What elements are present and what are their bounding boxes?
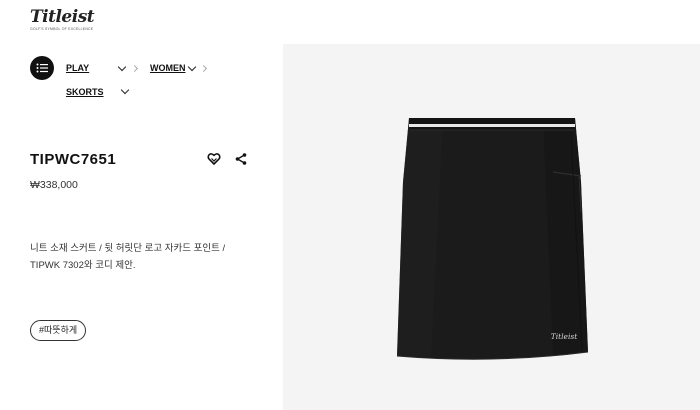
chevron-right-icon — [199, 64, 208, 73]
product-info-panel: Titleist GOLF'S SYMBOL OF EXCELLENCE PLA… — [0, 0, 283, 410]
share-icon[interactable] — [234, 152, 248, 166]
logo-wordmark: Titleist — [30, 7, 95, 27]
heart-icon[interactable] — [207, 152, 221, 166]
product-description: 니트 소재 스커트 / 뒷 허릿단 로고 자카드 포인트 / TIPWK 730… — [30, 240, 260, 274]
breadcrumb-play[interactable]: PLAY — [66, 63, 89, 73]
breadcrumb-women[interactable]: WOMEN — [150, 63, 186, 73]
description-line: TIPWK 7302와 코디 제안. — [30, 260, 136, 271]
category-menu-button[interactable] — [30, 56, 54, 80]
hashtag-chip[interactable]: #따뜻하게 — [30, 320, 87, 341]
product-price: ₩338,000 — [30, 179, 78, 191]
image-panel-top-bar — [283, 0, 700, 44]
breadcrumb-skorts[interactable]: SKORTS — [66, 87, 104, 97]
brand-logo[interactable]: Titleist GOLF'S SYMBOL OF EXCELLENCE — [30, 7, 95, 36]
product-code: TIPWC7651 — [30, 151, 117, 168]
list-icon — [36, 63, 48, 73]
skirt-logo: Titleist — [551, 332, 578, 341]
chevron-down-icon[interactable] — [120, 85, 130, 95]
chevron-right-icon — [130, 64, 139, 73]
logo-tagline: GOLF'S SYMBOL OF EXCELLENCE — [30, 27, 94, 31]
chevron-down-icon[interactable] — [187, 62, 197, 72]
description-line: 니트 소재 스커트 / 뒷 허릿단 로고 자카드 포인트 / — [30, 243, 226, 254]
product-image-skirt[interactable]: Titleist — [383, 112, 603, 367]
chevron-down-icon[interactable] — [117, 62, 127, 72]
